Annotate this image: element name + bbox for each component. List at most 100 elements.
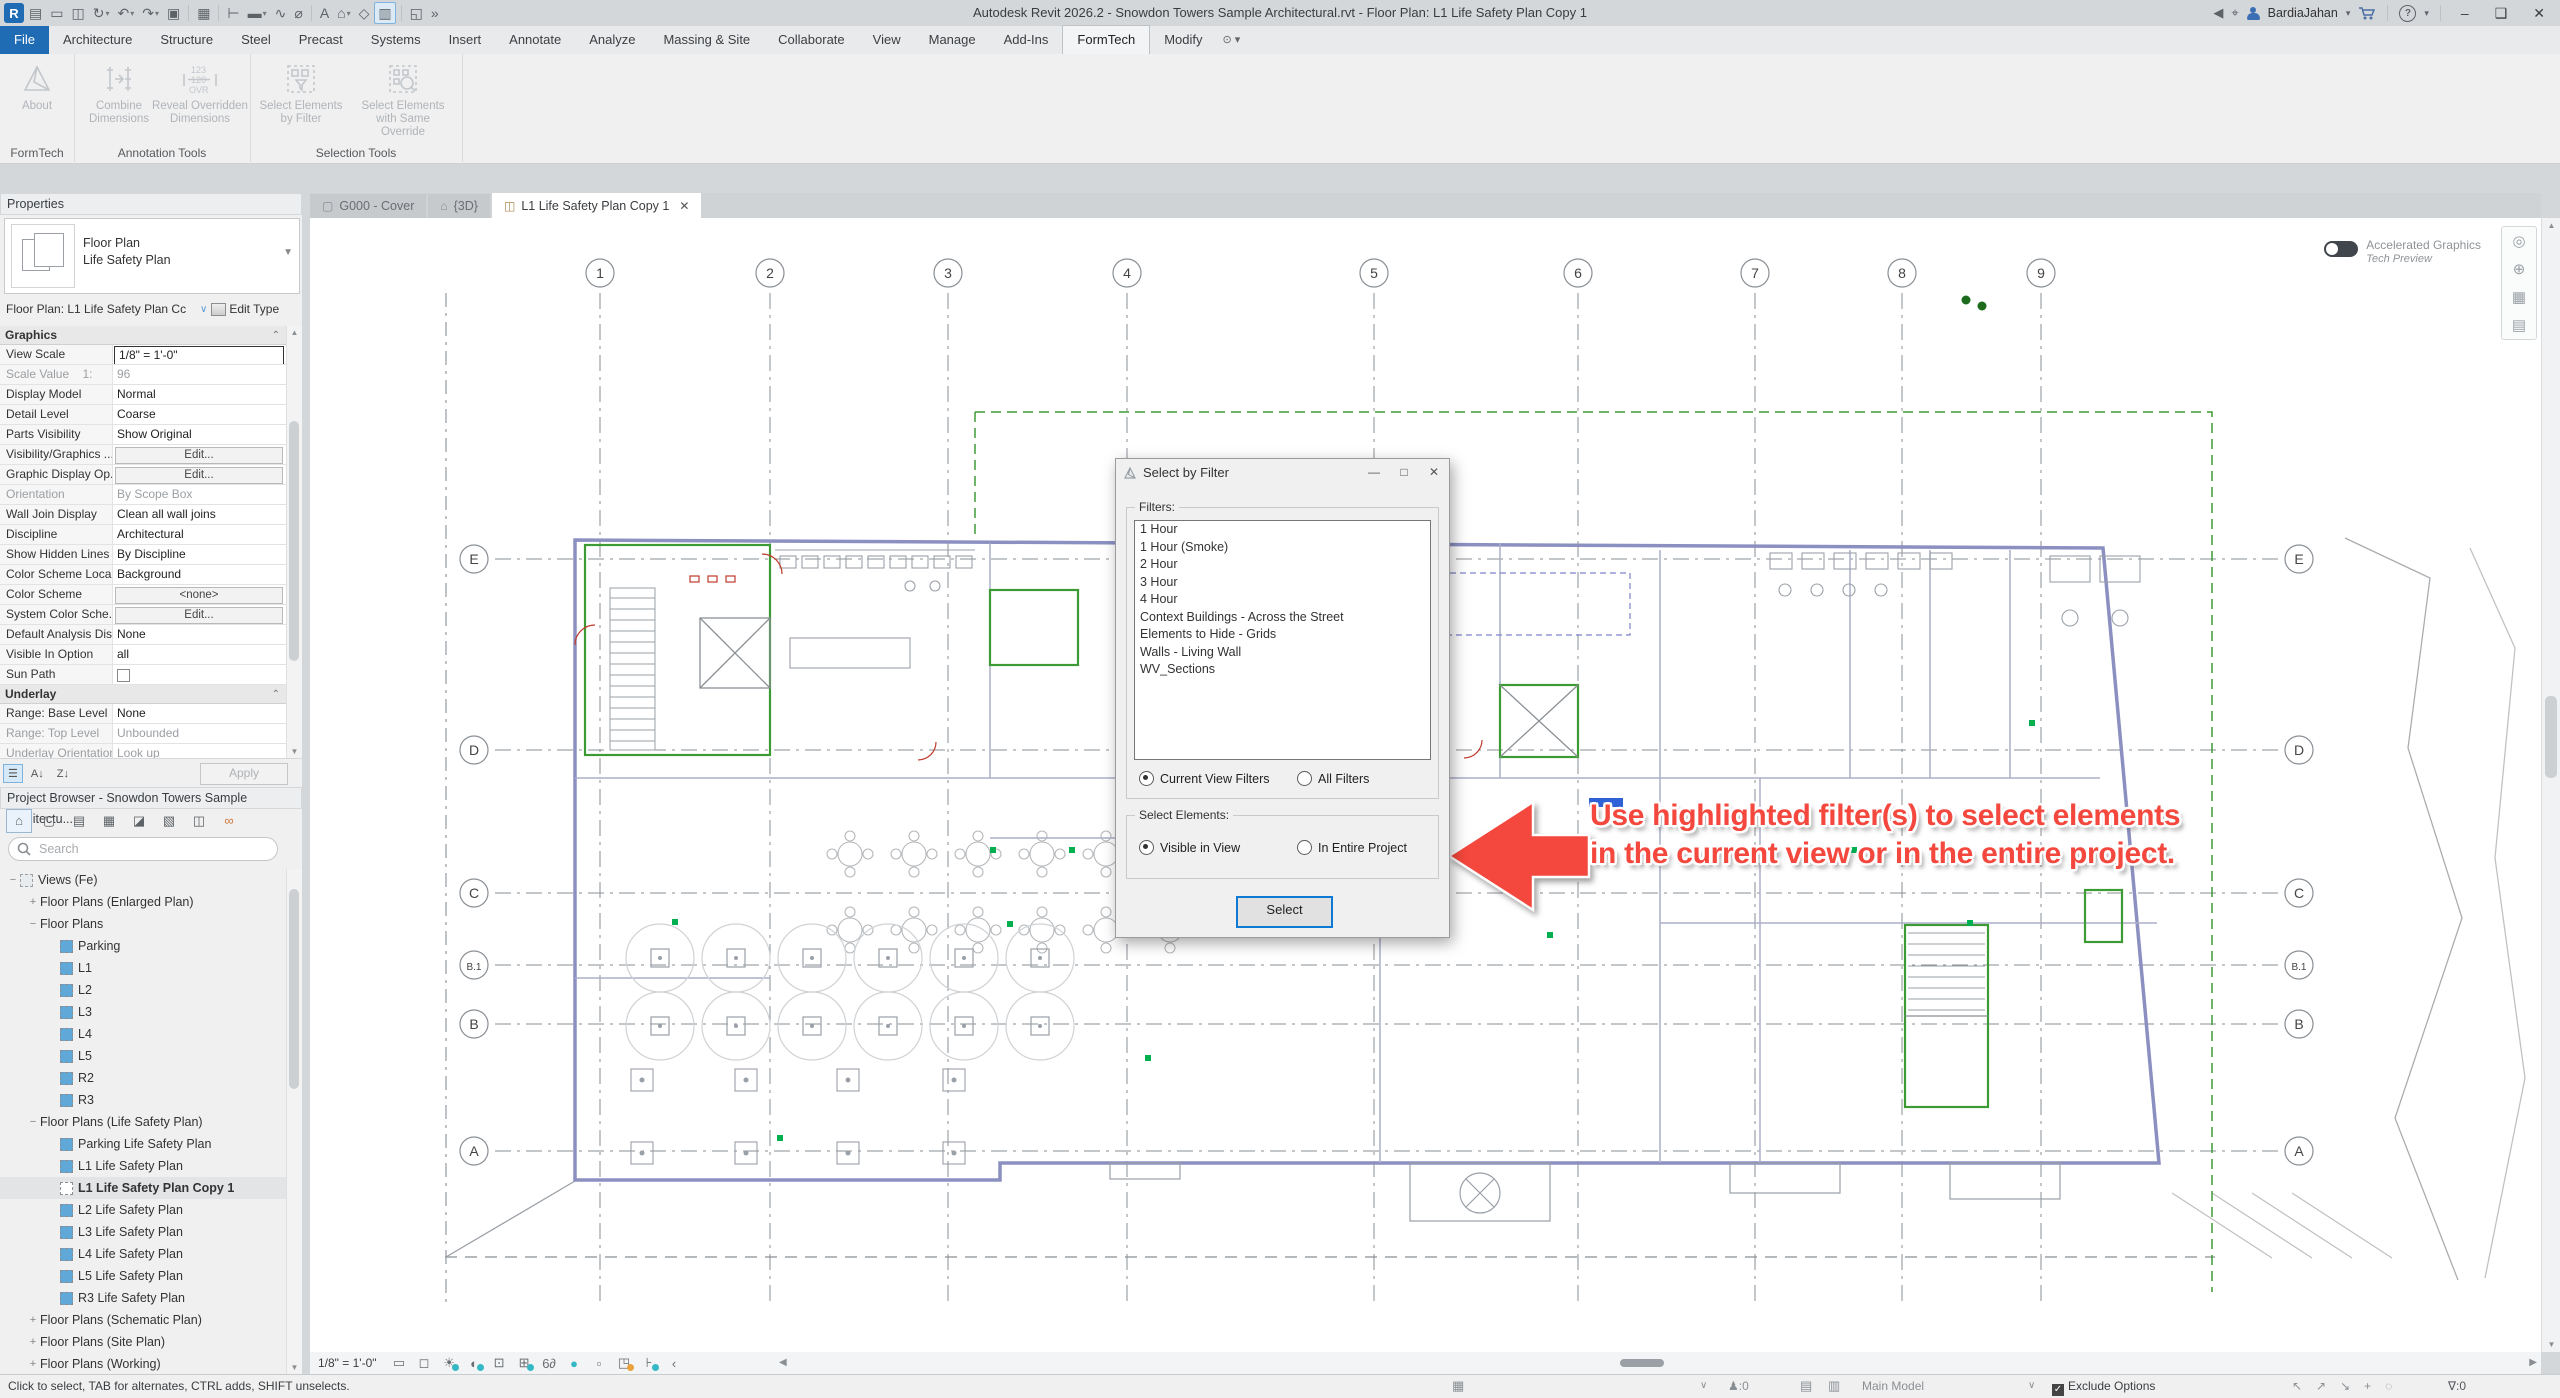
tree-scrollbar[interactable]: ▼ [286, 869, 302, 1374]
tree-item-l4-life-safety-plan[interactable]: L4 Life Safety Plan [0, 1243, 286, 1265]
close-button[interactable]: ✕ [2524, 5, 2554, 22]
browser-link-icon[interactable]: ∞ [216, 809, 242, 833]
tab-formtech[interactable]: FormTech [1062, 25, 1151, 54]
tree-item-l2-life-safety-plan[interactable]: L2 Life Safety Plan [0, 1199, 286, 1221]
tag-icon[interactable]: ∿ [272, 3, 290, 23]
selection-filter-icon[interactable]: ∇:0 [2448, 1375, 2466, 1397]
tree-item-parking[interactable]: Parking [0, 935, 286, 957]
tree-item-r3-life-safety-plan[interactable]: R3 Life Safety Plan [0, 1287, 286, 1309]
performance-monitor-icon[interactable]: ▦ [1452, 1375, 1464, 1397]
type-selector-dropdown-icon[interactable]: ▼ [283, 247, 293, 258]
properties-scrollbar[interactable]: ▲ ▼ [286, 326, 302, 758]
more-commands-icon[interactable]: » [428, 3, 442, 23]
property-row[interactable]: Visibility/Graphics ... Edit... [0, 445, 286, 465]
property-row[interactable]: Display Model Normal [0, 385, 286, 405]
user-name[interactable]: BardiaJahan [2268, 6, 2338, 20]
select-elements-same-override-button[interactable]: Select Elements with Same Override [355, 58, 451, 139]
tab-view[interactable]: View [859, 26, 915, 54]
revit-app-button[interactable]: R [4, 3, 24, 23]
filter-item[interactable]: Context Buildings - Across the Street [1135, 609, 1430, 627]
close-view-tab-icon[interactable]: ✕ [679, 199, 689, 213]
dialog-close-button[interactable]: ✕ [1419, 459, 1449, 486]
print-icon[interactable]: ▣ [164, 3, 183, 23]
restore-button[interactable]: ❑ [2486, 5, 2517, 22]
sync-with-central-icon[interactable]: ↻ ▾ [90, 3, 113, 23]
tree-item-l1[interactable]: L1 [0, 957, 286, 979]
crop-view-icon[interactable]: ⊡ [487, 1355, 512, 1371]
tree-item-parking-life-safety-plan[interactable]: Parking Life Safety Plan [0, 1133, 286, 1155]
visual-style-icon[interactable]: ▭ [387, 1355, 412, 1371]
crop-region-visible-icon[interactable]: ⊞ [512, 1355, 537, 1371]
property-row[interactable]: Scale Value 1: 96 [0, 365, 286, 385]
property-row[interactable]: Sun Path [0, 665, 286, 685]
filter-item[interactable]: 1 Hour [1135, 521, 1430, 539]
panel-label-selection-tools[interactable]: Selection Tools [250, 146, 462, 160]
tab-file[interactable]: File [0, 26, 49, 54]
thin-lines-icon[interactable]: ⌀ [291, 3, 305, 23]
radio-all-filters[interactable]: All Filters [1297, 771, 1369, 786]
search-input[interactable] [37, 841, 241, 857]
shadows-icon[interactable]: ◐ [462, 1356, 487, 1371]
tree-item-r3[interactable]: R3 [0, 1089, 286, 1111]
text-icon[interactable]: A [317, 3, 332, 23]
type-selector[interactable]: Floor Plan Life Safety Plan ▼ [4, 218, 300, 294]
reveal-overridden-dimensions-button[interactable]: 123 120 OVR Reveal Overridden Dimensions [152, 58, 248, 126]
property-row[interactable]: Show Hidden Lines By Discipline [0, 545, 286, 565]
displacement-sets-icon[interactable]: ◳ [612, 1355, 637, 1371]
project-browser-header[interactable]: Project Browser - Snowdon Towers Sample … [0, 787, 302, 826]
tab-modify[interactable]: Modify [1150, 26, 1216, 54]
browser-group-icon[interactable]: ◫ [186, 809, 212, 833]
help-icon[interactable]: ? [2399, 4, 2417, 22]
tab-manage[interactable]: Manage [915, 26, 990, 54]
sort-descending-icon[interactable]: Z↓ [52, 765, 74, 783]
filter-item[interactable]: Elements to Hide - Grids [1135, 626, 1430, 644]
radio-in-entire-project[interactable]: In Entire Project [1297, 840, 1407, 855]
app-store-cart-icon[interactable] [2358, 6, 2376, 21]
filter-item[interactable]: 1 Hour (Smoke) [1135, 539, 1430, 557]
dialog-maximize-button[interactable]: □ [1389, 459, 1419, 486]
property-row[interactable]: Color Scheme <none> [0, 585, 286, 605]
file-properties-icon[interactable]: ▤ [26, 3, 45, 23]
canvas-vertical-scrollbar[interactable]: ▲ ▼ [2541, 218, 2560, 1352]
design-options-dialog-icon[interactable]: ▥ [1828, 1375, 1840, 1397]
property-row[interactable]: Graphic Display Op... Edit... [0, 465, 286, 485]
tab-architecture[interactable]: Architecture [49, 26, 146, 54]
zoom-icon[interactable]: ⊕ [2502, 255, 2536, 283]
selection-toggle-icons[interactable]: ↖↗↘+◌ [2292, 1375, 2406, 1397]
browser-schedule-icon[interactable]: ▦ [96, 809, 122, 833]
tree-item-views-fe-[interactable]: − Views (Fe) [0, 869, 286, 891]
view-tab-g000-cover[interactable]: ▢ G000 - Cover [310, 194, 427, 218]
radio-current-view-filters[interactable]: Current View Filters [1139, 771, 1270, 786]
dialog-title-bar[interactable]: Select by Filter — □ ✕ [1116, 459, 1449, 486]
tab-analyze[interactable]: Analyze [575, 26, 649, 54]
render-icon[interactable]: ◇ [356, 3, 373, 23]
tree-item-floor-plans-site-plan-[interactable]: + Floor Plans (Site Plan) [0, 1331, 286, 1353]
browser-sheet-icon[interactable]: ▧ [156, 809, 182, 833]
dialog-minimize-button[interactable]: — [1359, 459, 1389, 486]
worksets-dialog-icon[interactable]: ▤ [1800, 1375, 1812, 1397]
design-options-dropdown-icon[interactable]: ∨ [2028, 1375, 2035, 1397]
section-graphics[interactable]: Graphics ⌃ [0, 326, 286, 345]
panel-label-annotation-tools[interactable]: Annotation Tools [74, 146, 250, 160]
property-row[interactable]: Range: Base Level None [0, 704, 286, 724]
worksets-collapse-icon[interactable]: ∨ [1700, 1375, 1707, 1397]
help-dropdown-icon[interactable]: ▾ [2424, 8, 2429, 19]
tree-item-l4[interactable]: L4 [0, 1023, 286, 1045]
tab-structure[interactable]: Structure [146, 26, 227, 54]
minimize-button[interactable]: – [2452, 5, 2478, 21]
element-selector-dropdown-icon[interactable]: ∨ [200, 304, 207, 315]
sort-default-icon[interactable]: ☰ [3, 764, 23, 783]
temporary-hide-isolate-icon[interactable]: ● [562, 1356, 587, 1371]
analytical-model-icon[interactable]: ▫ [587, 1356, 612, 1371]
aligned-dimension-icon[interactable]: ⊢ [224, 3, 242, 23]
tree-item-floor-plans-life-safety-plan-[interactable]: − Floor Plans (Life Safety Plan) [0, 1111, 286, 1133]
sort-ascending-icon[interactable]: A↓ [26, 765, 49, 783]
filter-item[interactable]: 3 Hour [1135, 574, 1430, 592]
tab-insert[interactable]: Insert [435, 26, 496, 54]
open-icon[interactable]: ▭ [47, 3, 66, 23]
accelerated-graphics-toggle[interactable] [2324, 241, 2359, 257]
reveal-constraints-icon[interactable]: ⊦ [637, 1355, 662, 1371]
tab-systems[interactable]: Systems [357, 26, 435, 54]
tree-item-floor-plans[interactable]: − Floor Plans [0, 913, 286, 935]
search-help-icon[interactable]: ⌖ [2231, 5, 2238, 21]
